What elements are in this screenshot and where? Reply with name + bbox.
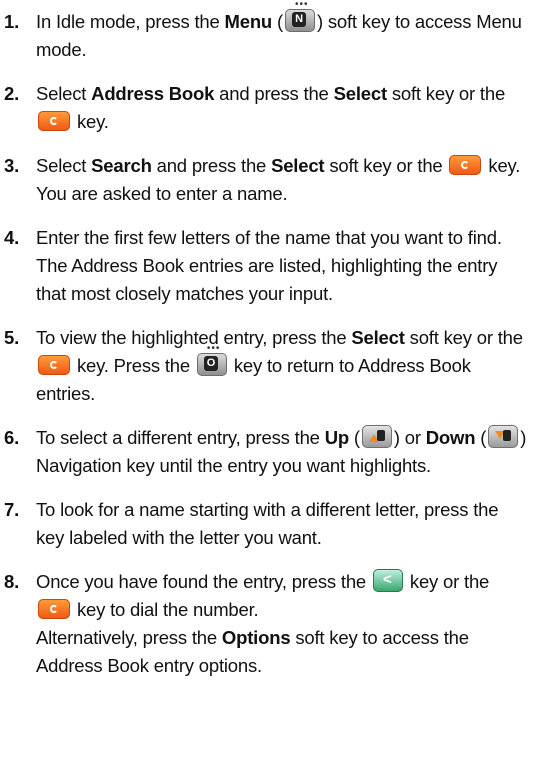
step-5: 5. To view the highlighted entry, press …: [0, 324, 538, 408]
step-text: ) or: [393, 427, 426, 448]
step-text: and press the: [214, 83, 334, 104]
step-2: 2. Select Address Book and press the Sel…: [0, 80, 538, 136]
step-text: key or the: [404, 571, 490, 592]
step-3: 3. Select Search and press the Select so…: [0, 152, 538, 208]
step-bold: Address Book: [91, 83, 215, 104]
step-text: (: [348, 427, 360, 448]
step-text: key. Press the: [72, 355, 195, 376]
step-text: Select: [36, 155, 92, 176]
step-note: Alternatively, press the: [36, 627, 222, 648]
step-bold: Select: [351, 327, 405, 348]
ok-key-icon: [38, 599, 70, 619]
step-text: Enter the first few letters of the name …: [36, 227, 502, 248]
step-text: soft key or the: [386, 83, 506, 104]
step-bold: Options: [221, 627, 291, 648]
step-note: The Address Book entries are listed, hig…: [36, 255, 498, 304]
step-1: 1. In Idle mode, press the Menu (••• N) s…: [0, 0, 538, 64]
step-number: 5.: [4, 327, 20, 348]
step-text: key to dial the number.: [72, 599, 259, 620]
step-number: 2.: [4, 83, 20, 104]
step-number: 4.: [4, 227, 20, 248]
step-text: Select: [36, 83, 92, 104]
step-bold: Up: [324, 427, 349, 448]
step-text: Once you have found the entry, press the: [36, 571, 371, 592]
step-4: 4. Enter the first few letters of the na…: [0, 224, 538, 308]
step-number: 3.: [4, 155, 20, 176]
nav-up-key-icon: [361, 425, 392, 448]
step-number: 7.: [4, 499, 20, 520]
step-number: 6.: [4, 427, 20, 448]
menu-key-icon: ••• N: [284, 0, 315, 32]
step-bold: Down: [425, 427, 476, 448]
step-bold: Search: [91, 155, 152, 176]
step-text: key.: [72, 111, 109, 132]
step-text: To select a different entry, press the: [36, 427, 325, 448]
step-text: (: [475, 427, 487, 448]
step-8: 8. Once you have found the entry, press …: [0, 568, 538, 680]
step-bold: Select: [271, 155, 325, 176]
instruction-steps: 1. In Idle mode, press the Menu (••• N) s…: [0, 0, 538, 696]
step-text: (: [272, 11, 283, 32]
step-6: 6. To select a different entry, press th…: [0, 424, 538, 480]
step-text: soft key or the: [404, 327, 523, 348]
ok-key-icon: [38, 355, 70, 375]
step-text: and press the: [151, 155, 272, 176]
nav-down-key-icon: [488, 425, 519, 448]
step-7: 7. To look for a name starting with a di…: [0, 496, 538, 552]
step-text: soft key or the: [324, 155, 448, 176]
ok-key-icon: [449, 155, 482, 175]
ok-key-icon: [38, 111, 70, 131]
back-key-icon: ••• O: [196, 344, 227, 376]
step-number: 1.: [4, 11, 20, 32]
step-text: In Idle mode, press the: [36, 11, 225, 32]
step-number: 8.: [4, 571, 20, 592]
step-bold: Menu: [224, 11, 273, 32]
step-text: To look for a name starting with a diffe…: [36, 499, 499, 548]
step-bold: Select: [333, 83, 388, 104]
step-text: To view the highlighted entry, press the: [36, 327, 352, 348]
send-key-icon: [372, 569, 403, 592]
